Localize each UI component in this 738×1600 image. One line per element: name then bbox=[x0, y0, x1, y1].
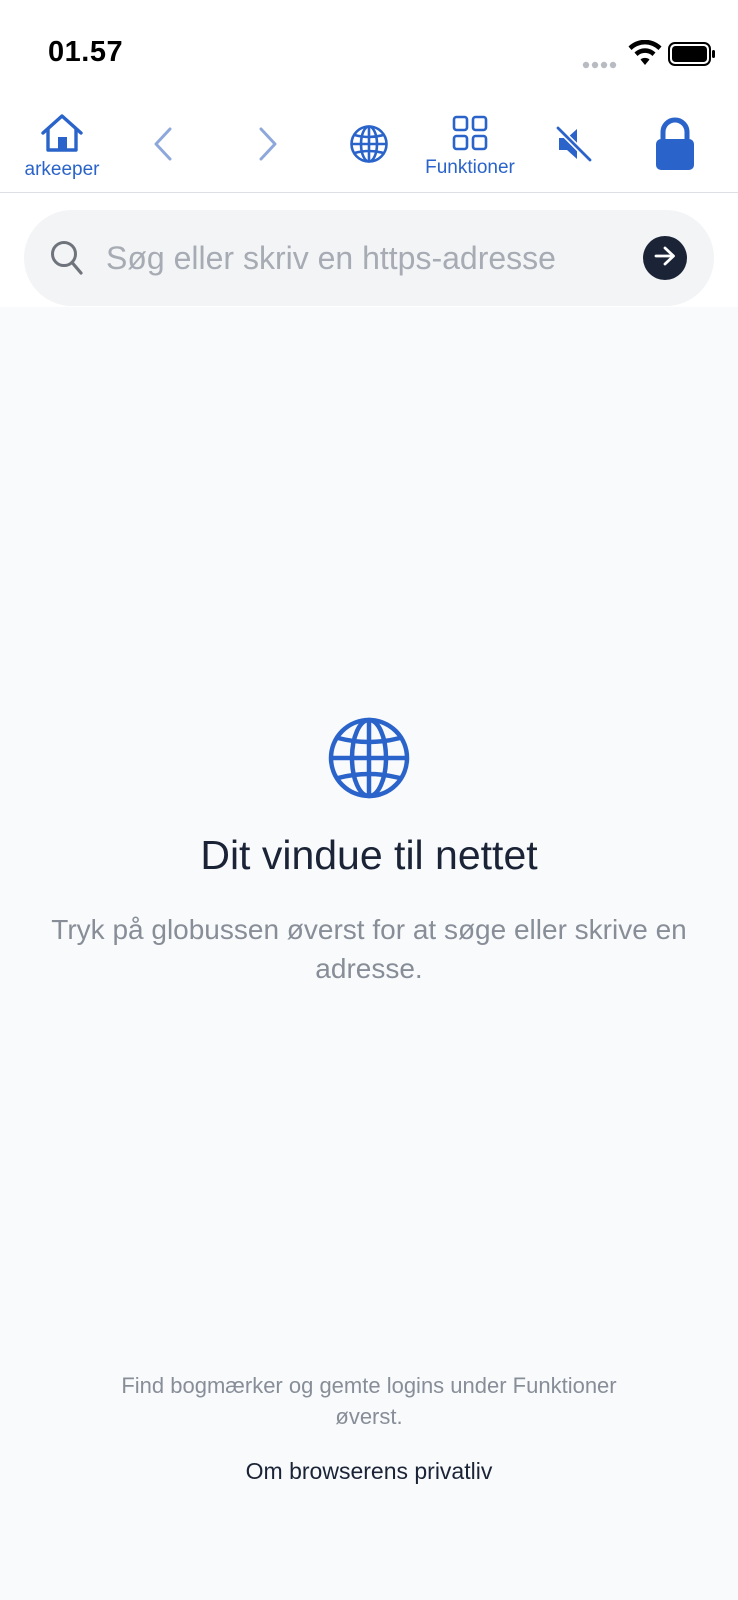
wifi-icon bbox=[628, 39, 662, 71]
empty-state-title: Dit vindue til nettet bbox=[200, 832, 538, 878]
globe-icon bbox=[349, 124, 389, 169]
search-bar bbox=[24, 210, 714, 306]
search-icon bbox=[50, 240, 84, 281]
functions-label: Funktioner bbox=[425, 156, 515, 178]
home-button[interactable]: arkeeper bbox=[14, 100, 110, 192]
forward-icon bbox=[256, 126, 280, 167]
go-button[interactable] bbox=[643, 236, 687, 280]
signal-dots-icon bbox=[582, 56, 618, 74]
status-bar: 01.57 bbox=[0, 0, 738, 100]
home-label: arkeeper bbox=[24, 158, 100, 180]
forward-button[interactable] bbox=[243, 100, 293, 192]
mute-icon bbox=[555, 124, 593, 168]
functions-button[interactable]: Funktioner bbox=[414, 100, 526, 192]
search-area bbox=[0, 193, 738, 307]
empty-state-description: Tryk på globussen øverst for at søge ell… bbox=[51, 914, 687, 984]
grid-icon bbox=[452, 115, 488, 156]
status-time: 01.57 bbox=[48, 36, 124, 68]
globe-icon bbox=[327, 716, 411, 805]
battery-icon bbox=[668, 42, 716, 71]
mute-button[interactable] bbox=[549, 100, 599, 192]
home-icon bbox=[39, 113, 85, 158]
lock-icon bbox=[653, 117, 697, 176]
globe-button[interactable] bbox=[343, 100, 395, 192]
back-button[interactable] bbox=[138, 100, 188, 192]
arrow-right-icon bbox=[653, 245, 677, 272]
back-icon bbox=[151, 126, 175, 167]
search-input[interactable] bbox=[106, 232, 626, 284]
browser-toolbar: arkeeper Funktioner bbox=[0, 100, 738, 193]
lock-button[interactable] bbox=[648, 100, 702, 192]
footer-hint: Find bogmærker og gemte logins under Fun… bbox=[121, 1373, 617, 1429]
privacy-link[interactable]: Om browserens privatliv bbox=[0, 1458, 738, 1485]
